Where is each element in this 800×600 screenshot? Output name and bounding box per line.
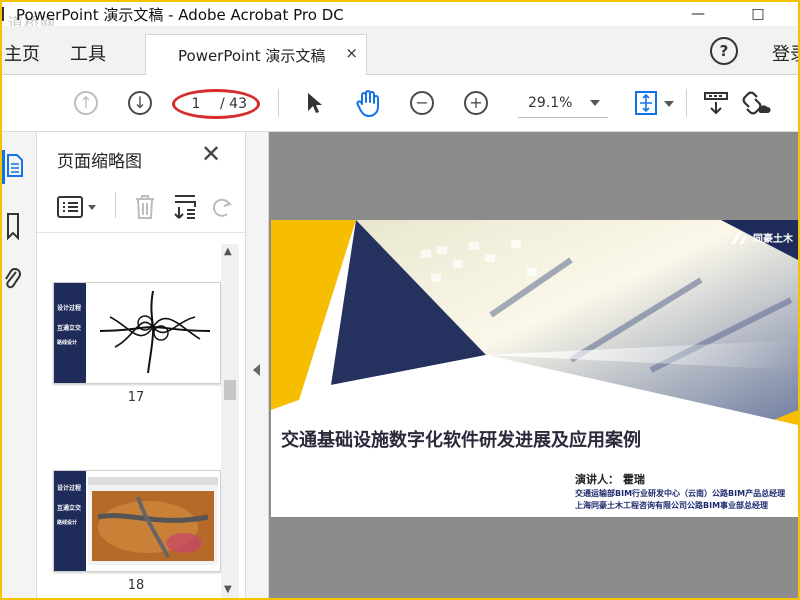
collapse-panel-icon[interactable] (253, 364, 260, 376)
thumbnail-options-icon[interactable] (57, 196, 97, 218)
window: 道桥网 PowerPoint 演示文稿 - Adobe Acrobat Pro … (0, 0, 800, 600)
company-logo: 同豪土木 (731, 230, 793, 245)
terrain-model-image (88, 477, 218, 565)
panel-splitter[interactable] (246, 132, 269, 598)
arrow-down-icon: ↓ (128, 91, 152, 115)
login-button[interactable]: 登录 (772, 40, 798, 66)
thumbnail-side-label: 设计过程 (57, 485, 82, 492)
thumbnail-side-label: 互通立交 (57, 325, 82, 332)
share-link-button[interactable] (740, 87, 772, 119)
link-icon (742, 91, 771, 115)
panel-divider (115, 192, 116, 218)
chevron-down-icon (590, 100, 600, 106)
help-icon[interactable]: ? (710, 37, 738, 65)
zoom-select[interactable]: 29.1% (518, 91, 608, 118)
title-bar: 道桥网 PowerPoint 演示文稿 - Adobe Acrobat Pro … (2, 2, 798, 32)
zoom-in-button[interactable]: + (460, 87, 492, 119)
scrollbar-thumb[interactable] (224, 380, 236, 400)
fit-page-button[interactable] (630, 87, 662, 119)
minimize-button[interactable]: — (678, 2, 718, 26)
panel-title: 页面缩略图 (57, 152, 142, 172)
tabs-row: 主页 工具 PowerPoint 演示文稿 × ? 登录 (2, 26, 798, 75)
extract-pages-icon[interactable] (173, 194, 199, 220)
thumbnail-page-number: 17 (127, 390, 145, 405)
document-view[interactable]: 同豪土木 交通基础设施数字化软件研发进展及应用案例 演讲人： 霍瑞 交通运输部B… (269, 132, 798, 598)
cursor-icon (308, 93, 322, 113)
thumbnail-side-label: 互通立交 (57, 505, 82, 512)
slide-background (271, 220, 798, 517)
next-page-button[interactable]: ↓ (124, 87, 156, 119)
interchange-drawing (90, 287, 216, 377)
red-highlight-annotation (172, 89, 260, 119)
slide-affiliation-2: 上海同豪土木工程咨询有限公司公路BIM事业部总经理 (575, 501, 769, 510)
close-tab-icon[interactable]: × (345, 44, 358, 62)
title-bar-edge (2, 7, 4, 21)
select-tool-button[interactable] (298, 87, 330, 119)
tab-document-label: PowerPoint 演示文稿 (178, 47, 326, 65)
thumbnail-side-label: 路线设计 (57, 520, 78, 526)
window-title: PowerPoint 演示文稿 - Adobe Acrobat Pro DC (16, 6, 344, 24)
thumbnails-scrollbar[interactable]: ▲ ▼ (221, 244, 239, 598)
page-thumbnails-icon[interactable] (6, 152, 24, 182)
thumbnails-panel: 页面缩略图 ✕ 设计过程 互通立交 路线设计 17 设计过程 互通立交 路线设计… (37, 132, 246, 598)
scroll-mode-button[interactable] (700, 87, 732, 119)
arrow-up-icon: ↑ (74, 91, 98, 115)
close-panel-icon[interactable]: ✕ (201, 142, 221, 166)
zoom-out-button[interactable]: − (406, 87, 438, 119)
tab-home[interactable]: 主页 (4, 40, 40, 66)
logo-mark-icon (731, 231, 747, 244)
scroll-down-icon[interactable]: ▼ (224, 584, 232, 595)
attachment-icon[interactable] (4, 266, 22, 296)
thumbnail-page-17[interactable]: 设计过程 互通立交 路线设计 (53, 282, 221, 384)
undo-icon[interactable] (211, 194, 233, 220)
tab-tools[interactable]: 工具 (70, 40, 106, 66)
previous-page-button[interactable]: ↑ (70, 87, 102, 119)
rail-active-indicator (2, 150, 5, 184)
scroll-mode-icon (704, 92, 728, 115)
maximize-button[interactable]: □ (738, 2, 778, 26)
scroll-up-icon[interactable]: ▲ (224, 246, 232, 257)
slide-title: 交通基础设施数字化软件研发进展及应用案例 (281, 430, 641, 451)
hand-tool-button[interactable] (352, 87, 384, 119)
tab-document[interactable]: PowerPoint 演示文稿 × (145, 34, 367, 75)
zoom-out-icon: − (410, 91, 434, 115)
logo-text: 同豪土木 (753, 234, 793, 245)
thumbnail-sidebar: 设计过程 互通立交 路线设计 (54, 283, 86, 383)
zoom-in-icon: + (464, 91, 488, 115)
toolbar-divider (278, 89, 279, 117)
thumbnail-side-label: 设计过程 (57, 305, 82, 312)
thumbnail-page-number: 18 (127, 578, 145, 593)
toolbar-divider (686, 89, 687, 117)
hand-icon (356, 90, 379, 117)
panel-toolbar (37, 180, 245, 233)
slide-presenter: 演讲人： 霍瑞 (575, 473, 645, 486)
left-rail (2, 132, 37, 598)
slide-page: 同豪土木 交通基础设施数字化软件研发进展及应用案例 演讲人： 霍瑞 交通运输部B… (271, 220, 798, 517)
slide-affiliation-1: 交通运输部BIM行业研发中心（云南）公路BIM产品总经理 (575, 489, 786, 498)
bookmark-icon[interactable] (6, 212, 20, 242)
thumbnail-page-18[interactable]: 设计过程 互通立交 路线设计 (53, 470, 221, 572)
toolbar: ↑ ↓ 1 / 43 − + 29.1% (2, 75, 798, 132)
fit-options-chevron-icon[interactable] (664, 101, 674, 107)
thumbnail-side-label: 路线设计 (57, 340, 78, 346)
fit-page-icon (635, 91, 657, 115)
trash-icon[interactable] (133, 194, 157, 220)
thumbnail-sidebar: 设计过程 互通立交 路线设计 (54, 471, 86, 571)
zoom-value: 29.1% (528, 95, 573, 111)
